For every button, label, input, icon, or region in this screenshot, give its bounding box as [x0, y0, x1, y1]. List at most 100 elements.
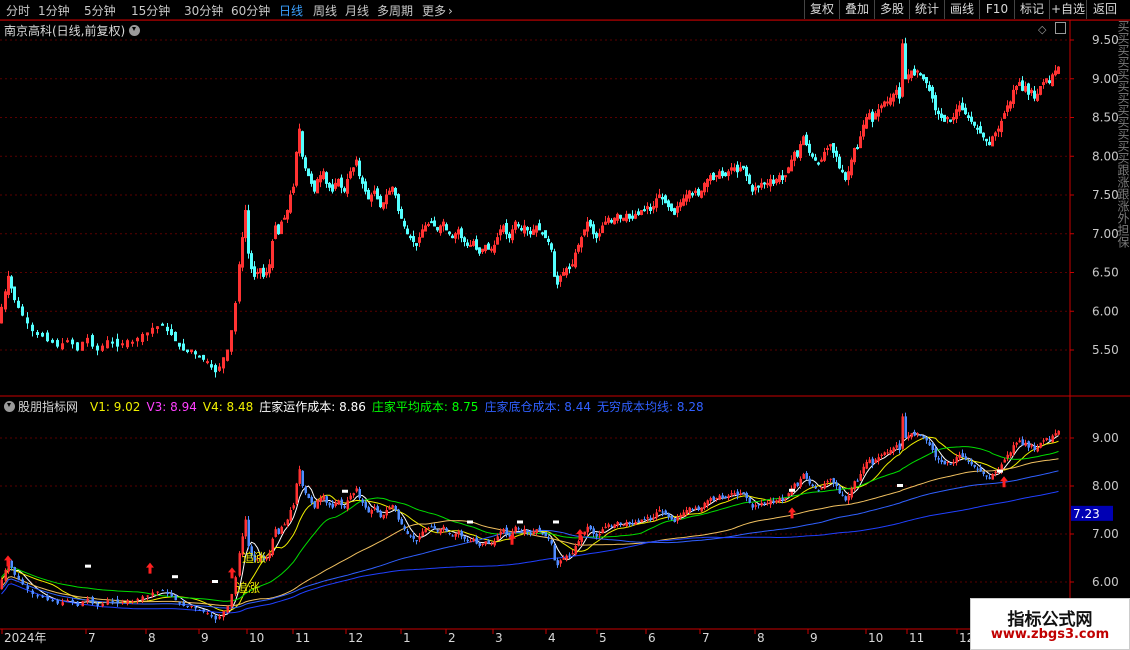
candle-body [949, 119, 952, 122]
indicator-candle-body [292, 505, 295, 509]
candle-body [202, 354, 205, 360]
indicator-candle-body [421, 531, 424, 537]
indicator-candle-body [490, 543, 493, 545]
indicator-dropdown-icon[interactable] [4, 401, 15, 412]
indicator-lines [1, 431, 1059, 617]
indicator-candle-body [868, 459, 871, 463]
indicator-candle-body [1036, 447, 1039, 452]
indicator-candle-body [451, 535, 454, 537]
candle-body [198, 355, 201, 358]
candle-body [970, 116, 973, 122]
candle-body [367, 189, 370, 200]
indicator-candle-body [400, 518, 403, 525]
candle-body [253, 266, 256, 277]
candle-body [547, 238, 550, 242]
indicator-candle-body [640, 519, 643, 523]
indicator-candle-body [427, 528, 430, 530]
candle-body [664, 195, 667, 204]
indicator-candle-body [634, 522, 637, 525]
indicator-candle-body [367, 507, 370, 513]
indicator-candle-body [802, 474, 805, 479]
indicator-candle-body [565, 555, 568, 560]
indicator-candle-body [826, 481, 829, 483]
candle-body [121, 343, 124, 346]
candle-body [304, 157, 307, 169]
candle-body [979, 126, 982, 134]
indicator-value-2: V4: 8.48 [202, 400, 254, 414]
candle-body [808, 143, 811, 153]
indicator-candle-body [550, 540, 553, 544]
red-arrow-marker [788, 507, 796, 519]
candle-body [250, 253, 253, 270]
indicator-candle-body [186, 606, 189, 608]
indicator-candle-body [739, 493, 742, 495]
indicator-candle-body [895, 445, 898, 448]
indicator-candle-body [126, 600, 129, 604]
indicator-candle-body [182, 602, 185, 606]
candle-body [589, 220, 592, 227]
candle-body [931, 86, 934, 99]
indicator-name: 股朋指标网 [18, 400, 79, 414]
line-v1 [1, 436, 1059, 612]
indicator-candle-body [982, 471, 985, 474]
candle-body [826, 148, 829, 150]
x-tick-label: 11 [909, 631, 924, 645]
candle-body [943, 114, 946, 122]
indicator-candle-body [161, 590, 164, 592]
window-toggle-icon[interactable] [1055, 22, 1066, 34]
indicator-candle-body [757, 504, 760, 506]
indicator-candle-body [547, 537, 550, 539]
candle-body [166, 326, 169, 332]
candle-body [550, 243, 553, 250]
candle-body [406, 228, 409, 235]
candle-body [116, 338, 119, 347]
indicator-candle-body [1057, 430, 1060, 435]
indicator-candle-body [916, 433, 919, 435]
indicator-candle-body [445, 528, 448, 532]
candle-body [505, 222, 508, 235]
dropdown-icon[interactable] [129, 25, 141, 36]
indicator-candle-body [979, 467, 982, 472]
candle-body [397, 194, 400, 212]
main-candles [0, 37, 1060, 378]
stock-title: 南京高科(日线,前复权) [4, 22, 141, 39]
indicator-candle-body [505, 527, 508, 534]
right-panel-text: 买买买买买买买买买买买买跟涨跟涨外担保 [1116, 20, 1130, 248]
indicator-candle-body [769, 500, 772, 505]
indicator-candle-body [703, 502, 706, 508]
indicator-candle-body [86, 598, 89, 602]
x-tick-label: 6 [648, 631, 656, 645]
indicator-candle-body [784, 498, 787, 499]
candle-body [745, 166, 748, 177]
diamond-icon[interactable]: ◇ [1038, 23, 1046, 36]
indicator-candle-body [376, 506, 379, 513]
x-tick-label: 2 [448, 631, 456, 645]
indicator-candle-body [835, 482, 838, 486]
indicator-candle-body [66, 600, 69, 602]
indicator-candle-body [298, 469, 301, 484]
indicator-candle-body [17, 575, 20, 580]
indicator-candle-body [721, 495, 724, 498]
indicator-candle-body [349, 495, 352, 500]
candle-body [76, 342, 79, 351]
indicator-candle-body [244, 519, 247, 537]
candle-body [817, 162, 820, 165]
candle-body [310, 173, 313, 184]
indicator-candle-body [71, 599, 74, 603]
watermark-logo: 指标公式网 www.zbgs3.com [970, 598, 1130, 650]
indicator-candle-body [340, 499, 343, 506]
indicator-candle-body [1033, 445, 1036, 450]
indicator-candle-body [898, 443, 901, 450]
indicator-y-ticks: 9.00 8.00 7.00 6.00 7.23 [1070, 431, 1119, 589]
candle-body [427, 223, 430, 226]
indicator-candle-body [958, 454, 961, 459]
candle-body [13, 286, 16, 301]
indicator-y-tick-label: 7.00 [1092, 527, 1119, 541]
indicator-candle-body [781, 498, 784, 501]
kline-chart-area[interactable]: 追涨追涨 9.509.008.508.007.507.006.506.005.5… [0, 0, 1130, 650]
indicator-candle-body [643, 519, 646, 521]
indicator-candle-body [862, 466, 865, 474]
candle-body [721, 170, 724, 177]
indicator-candle-body [222, 610, 225, 618]
indicator-candle-body [553, 545, 556, 561]
